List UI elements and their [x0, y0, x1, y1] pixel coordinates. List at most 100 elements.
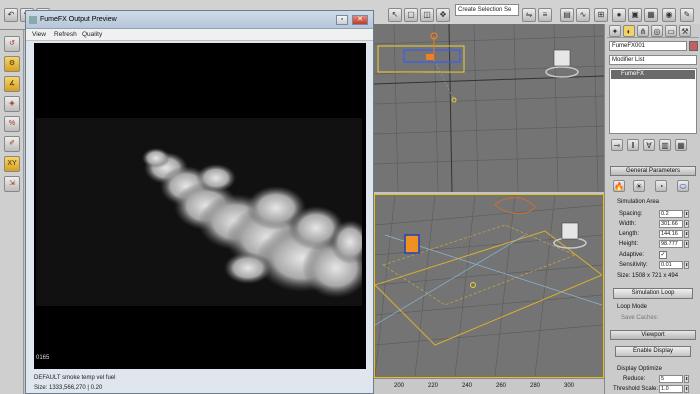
remove-modifier-icon[interactable]: ▥ — [659, 139, 671, 151]
spinner-icon[interactable]: ⬍ — [684, 240, 689, 248]
loop-mode-heading: Loop Mode — [617, 304, 648, 310]
teapot-icon[interactable]: ✎ — [680, 8, 694, 22]
stack-item-fumefx[interactable]: FumeFX — [611, 70, 695, 79]
render-setup-icon[interactable]: ▣ — [628, 8, 642, 22]
percent-snap-icon[interactable]: % — [4, 116, 20, 132]
frame-number: 0165 — [36, 355, 50, 361]
preview-menubar: View Refresh Quality — [26, 29, 373, 41]
grid-size-text: Size: 1508 x 721 x 494 — [617, 273, 679, 279]
create-tab-icon[interactable]: ✦ — [609, 25, 621, 37]
threshold-scale-field[interactable]: 1.0 — [659, 385, 683, 393]
utilities-tab-icon[interactable]: ⚒ — [679, 25, 691, 37]
menu-quality[interactable]: Quality — [82, 31, 102, 38]
spinner-icon[interactable]: ⬍ — [684, 210, 689, 218]
spinner-icon[interactable]: ⬍ — [684, 220, 689, 228]
spinner-icon[interactable]: ⬍ — [684, 375, 689, 383]
spinner-snap-icon[interactable]: ◈ — [4, 96, 20, 112]
close-icon[interactable]: ✕ — [352, 15, 368, 25]
restore-icon[interactable]: ▫ — [336, 15, 348, 25]
bind-icon[interactable]: ↺ — [4, 36, 20, 52]
simulation-loop-button[interactable]: Simulation Loop — [613, 288, 693, 299]
enable-display-button[interactable]: Enable Display — [615, 346, 691, 357]
sensitivity-field[interactable]: 0.01 — [659, 261, 683, 269]
illumination-tab-icon[interactable]: ☀ — [633, 180, 645, 192]
configure-sets-icon[interactable]: ▦ — [675, 139, 687, 151]
tick-label: 200 — [394, 383, 405, 389]
adaptive-label: Adaptive: — [619, 252, 645, 258]
length-field[interactable]: 144.16 — [659, 230, 683, 238]
height-field[interactable]: 98.777 — [659, 240, 683, 248]
preview-title: FumeFX Output Preview — [40, 16, 117, 23]
width-label: Width: — [619, 221, 637, 227]
material-editor-icon[interactable]: ● — [612, 8, 626, 22]
sensitivity-label: Sensitivity: — [619, 262, 648, 268]
channels-status: DEFAULT smoke temp vel fuel — [34, 375, 116, 381]
object-tab-icon[interactable]: ◔ — [655, 180, 667, 192]
spinner-icon[interactable]: ⬍ — [684, 230, 689, 238]
render-frame-icon[interactable]: ▦ — [644, 8, 658, 22]
motion-tab-icon[interactable]: ◎ — [651, 25, 663, 37]
timeline-ruler[interactable]: 200 220 240 260 280 300 — [374, 378, 604, 394]
layer-icon[interactable]: ▤ — [560, 8, 574, 22]
align-icon[interactable]: ≡ — [538, 8, 552, 22]
left-toolbar: ↺ ⚙ ∡ ◈ % ✐ XY ⇲ — [0, 30, 24, 394]
adaptive-checkbox[interactable]: ✓ — [659, 251, 667, 259]
top-viewport[interactable] — [374, 24, 604, 192]
make-unique-icon[interactable]: ∀ — [643, 139, 655, 151]
constraint-icon[interactable]: ⇲ — [4, 176, 20, 192]
tick-label: 240 — [462, 383, 473, 389]
reduce-label: Reduce: — [623, 376, 646, 382]
threshold-scale-label: Threshold Scale: — [613, 386, 659, 392]
selection-set-dropdown[interactable]: Create Selection Se — [455, 4, 519, 16]
xy-axis-icon[interactable]: XY — [4, 156, 20, 172]
menu-view[interactable]: View — [32, 31, 46, 38]
pin-stack-icon[interactable]: ⊸ — [611, 139, 623, 151]
menu-refresh[interactable]: Refresh — [54, 31, 77, 38]
preview-titlebar[interactable]: FumeFX Output Preview ▫ ✕ — [26, 11, 373, 29]
panel-tabs: ✦ ◐ ⋔ ◎ ▭ ⚒ — [607, 24, 699, 38]
angle-snap-icon[interactable]: ∡ — [4, 76, 20, 92]
modify-tab-icon[interactable]: ◐ — [623, 25, 635, 37]
render-icon[interactable]: ◉ — [662, 8, 676, 22]
tick-label: 220 — [428, 383, 439, 389]
object-name-field[interactable]: FumeFX001 — [609, 41, 687, 51]
edit-named-icon[interactable]: ✐ — [4, 136, 20, 152]
mirror-icon[interactable]: ⇋ — [522, 8, 536, 22]
top-viewport-scene — [374, 24, 604, 192]
reduce-field[interactable]: 5 — [659, 375, 683, 383]
viewport-rollout[interactable]: Viewport — [610, 330, 696, 340]
command-panel: ✦ ◐ ⋔ ◎ ▭ ⚒ FumeFX001 Modifier List Fume… — [604, 24, 700, 394]
hierarchy-tab-icon[interactable]: ⋔ — [637, 25, 649, 37]
schematic-icon[interactable]: ⊞ — [594, 8, 608, 22]
show-end-result-icon[interactable]: ‖ — [627, 139, 639, 151]
general-parameters-rollout[interactable]: General Parameters — [610, 166, 696, 176]
spacing-field[interactable]: 0.2 — [659, 210, 683, 218]
width-field[interactable]: 301.66 — [659, 220, 683, 228]
tick-label: 260 — [496, 383, 507, 389]
undo-icon[interactable]: ↶ — [4, 8, 18, 22]
fire-tab-icon[interactable]: 🔥 — [613, 180, 625, 192]
spinner-icon[interactable]: ⬍ — [684, 261, 689, 269]
modifier-list-dropdown[interactable]: Modifier List — [609, 55, 697, 65]
display-optimize-heading: Display Optimize — [617, 366, 663, 372]
simulation-area-heading: Simulation Area — [617, 199, 660, 205]
rendering-tab-icon[interactable]: ⬭ — [677, 180, 689, 192]
window-cross-icon[interactable]: ◫ — [420, 8, 434, 22]
fumefx-tabs: 🔥 ☀ ◔ ⬭ — [611, 180, 695, 194]
curve-editor-icon[interactable]: ∿ — [576, 8, 590, 22]
modifier-stack[interactable]: FumeFX — [609, 68, 697, 134]
object-color-swatch[interactable] — [689, 41, 698, 51]
size-status: Size: 1333,566,270 | 0.20 — [34, 385, 103, 391]
select-icon[interactable]: ↖ — [388, 8, 402, 22]
smoke-render — [36, 118, 370, 306]
display-tab-icon[interactable]: ▭ — [665, 25, 677, 37]
move-icon[interactable]: ✥ — [436, 8, 450, 22]
perspective-viewport[interactable] — [374, 194, 604, 378]
spinner-icon[interactable]: ⬍ — [684, 385, 689, 393]
perspective-viewport-scene — [375, 195, 603, 377]
region-icon[interactable]: ▢ — [404, 8, 418, 22]
fumefx-preview-window[interactable]: FumeFX Output Preview ▫ ✕ View Refresh Q… — [25, 10, 374, 394]
snap-icon[interactable]: ⚙ — [4, 56, 20, 72]
stack-controls: ⊸ ‖ ∀ ▥ ▦ — [609, 138, 697, 152]
tick-label: 280 — [530, 383, 541, 389]
